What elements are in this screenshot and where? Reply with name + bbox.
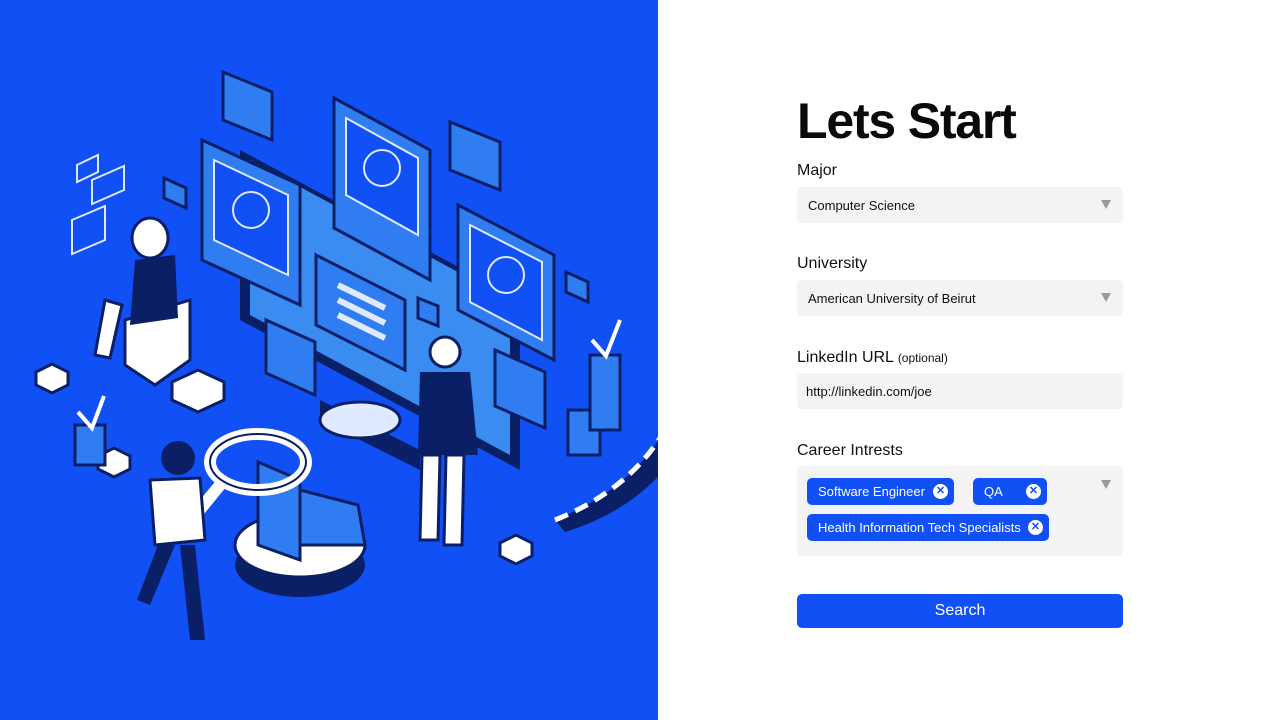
remove-tag-icon[interactable]: ✕ [933,484,948,499]
interest-tag-label: Software Engineer [818,484,925,499]
form-panel: Lets Start Major Computer Science Univer… [797,0,1123,720]
major-select[interactable]: Computer Science [797,187,1123,223]
linkedin-label: LinkedIn URL (optional) [797,349,948,367]
linkedin-url-input[interactable]: http://linkedin.com/joe [797,373,1123,409]
university-select[interactable]: American University of Beirut [797,280,1123,316]
chevron-down-icon[interactable] [1101,293,1111,302]
page-title: Lets Start [797,93,1017,149]
chevron-down-icon[interactable] [1101,480,1111,489]
major-label: Major [797,162,838,179]
interest-tag-label: Health Information Tech Specialists [818,520,1021,535]
major-value: Computer Science [808,198,915,213]
interest-tag: Health Information Tech Specialists ✕ [807,514,1049,541]
hero-illustration [0,0,658,720]
profile-card-illustration [200,95,556,373]
runner-illustration [137,441,207,640]
interest-tag: QA ✕ [973,478,1047,505]
remove-tag-icon[interactable]: ✕ [1028,520,1043,535]
optional-hint: (optional) [897,351,948,365]
chat-bubbles-illustration [71,153,125,256]
isometric-recruitment-illustration [34,69,658,640]
interest-tag-label: QA [984,484,1003,499]
university-label: University [797,255,868,272]
woman-sitting-illustration [93,216,192,387]
remove-tag-icon[interactable]: ✕ [1026,484,1041,499]
linkedin-url-value: http://linkedin.com/joe [806,384,932,399]
career-interests-multiselect[interactable]: Software Engineer ✕ QA ✕ Health Informat… [797,466,1123,556]
linkedin-label-text: LinkedIn URL [797,349,894,366]
interest-tag: Software Engineer ✕ [807,478,954,505]
search-button[interactable]: Search [797,594,1123,628]
career-interests-label: Career Intrests [797,442,903,459]
university-value: American University of Beirut [808,291,976,306]
chevron-down-icon[interactable] [1101,200,1111,209]
